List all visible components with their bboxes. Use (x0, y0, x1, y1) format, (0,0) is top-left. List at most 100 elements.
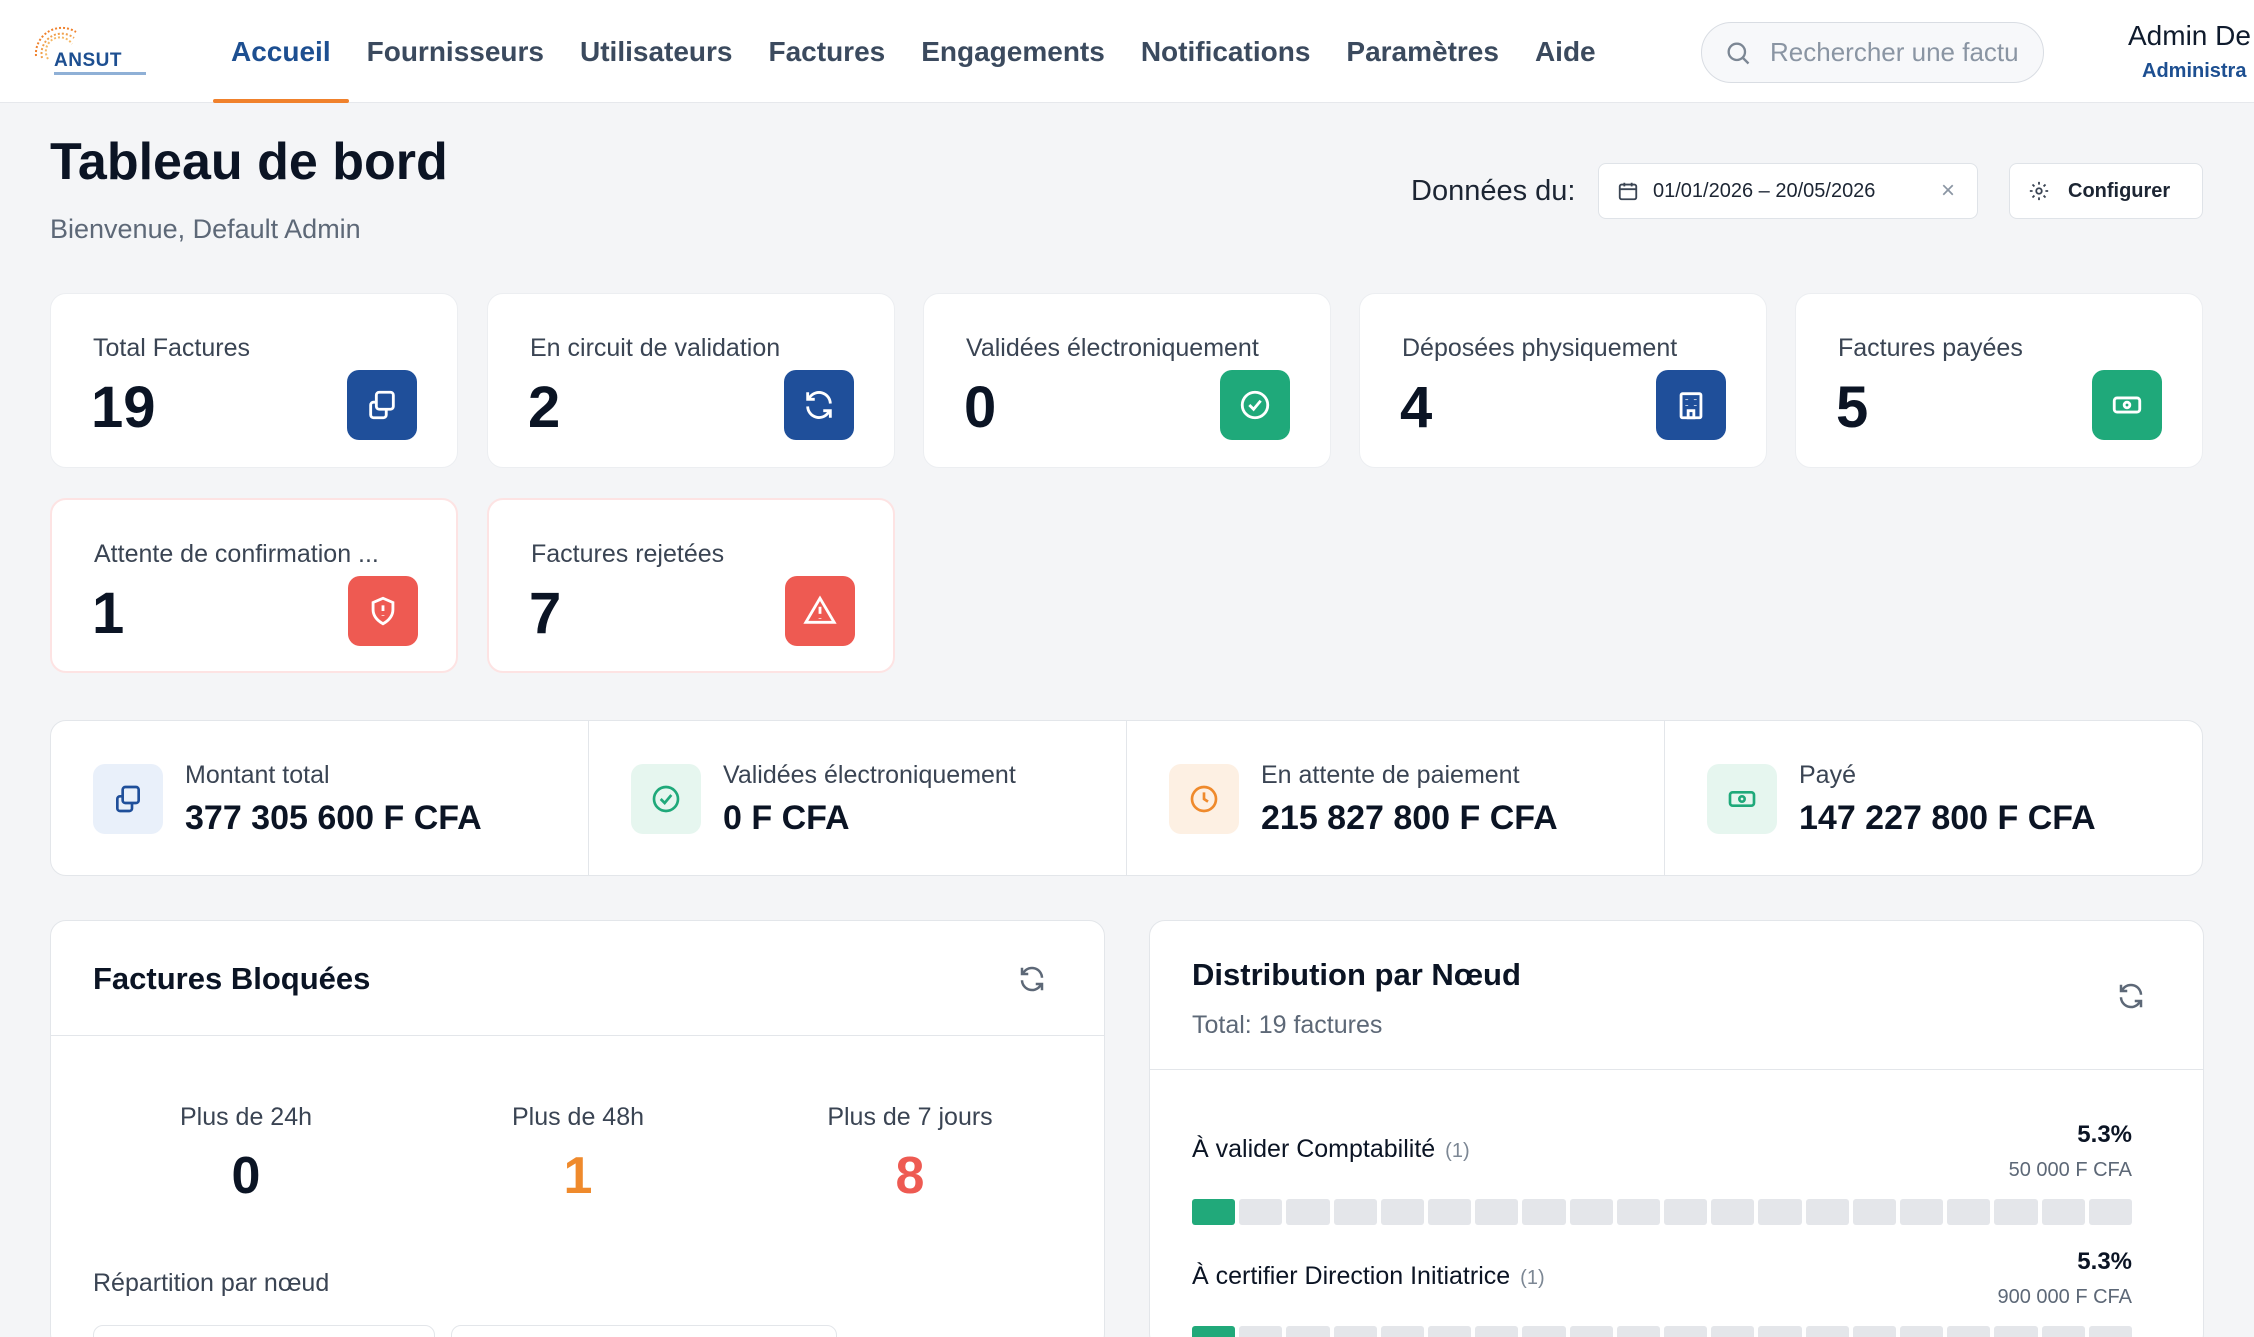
stat-card-deposees[interactable]: Déposées physiquement 4 (1359, 293, 1767, 468)
stat-label: Attente de confirmation ... (94, 540, 379, 568)
banknote-icon (1707, 764, 1777, 834)
stat-card-validees[interactable]: Validées électroniquement 0 (923, 293, 1331, 468)
progress-segment (1380, 1199, 1425, 1225)
progress-segment (1758, 1199, 1802, 1225)
amount-label: En attente de paiement (1261, 761, 1520, 789)
nav-fournisseurs[interactable]: Fournisseurs (349, 0, 562, 103)
date-range-picker[interactable]: 01/01/2026 – 20/05/2026 × (1598, 163, 1978, 219)
panel-title: Factures Bloquées (93, 961, 371, 996)
search-box[interactable] (1701, 22, 2044, 83)
user-menu[interactable]: Admin De Administra (2128, 20, 2251, 83)
progress-segment (2088, 1199, 2133, 1225)
progress-segment (1711, 1326, 1755, 1337)
stat-value: 0 (964, 375, 997, 440)
nav-notifications[interactable]: Notifications (1123, 0, 1329, 103)
node-count: (1) (1520, 1267, 1545, 1289)
main-nav: Accueil Fournisseurs Utilisateurs Factur… (213, 0, 1614, 103)
amounts-summary: Montant total 377 305 600 F CFA Validées… (50, 720, 2203, 876)
logo-underline (54, 72, 146, 75)
panel-divider (51, 1035, 1104, 1036)
stat-card-circuit[interactable]: En circuit de validation 2 (487, 293, 895, 468)
refresh-icon[interactable] (2116, 981, 2146, 1011)
search-input[interactable] (1770, 37, 2020, 68)
configure-button[interactable]: Configurer (2009, 163, 2203, 219)
nav-accueil[interactable]: Accueil (213, 0, 349, 103)
refresh-icon (784, 370, 854, 440)
distribution-node[interactable]: À valider Comptabilité (1) 5.3% 50 000 F … (1192, 1121, 2133, 1225)
progress-segment (1664, 1326, 1708, 1337)
progress-segment (1805, 1199, 1849, 1225)
node-percent: 5.3% (2077, 1121, 2132, 1148)
progress-segment (1900, 1199, 1944, 1225)
node-name: À valider Comptabilité (1192, 1135, 1436, 1163)
configure-label: Configurer (2068, 179, 2171, 202)
progress-segment (1569, 1199, 1613, 1225)
blocked-label: Plus de 48h (511, 1103, 645, 1131)
blocked-24h[interactable]: Plus de 24h 0 (116, 1103, 376, 1206)
distribution-total: Total: 19 factures (1192, 1011, 1383, 1039)
user-name: Admin De (2128, 20, 2251, 51)
progress-segment (2041, 1199, 2085, 1225)
clear-date-icon[interactable]: × (1941, 178, 1955, 204)
progress-segment (1286, 1326, 1330, 1337)
repartition-item[interactable] (451, 1325, 837, 1337)
stat-value: 1 (92, 581, 125, 646)
progress-segment (1239, 1326, 1283, 1337)
page-subtitle: Bienvenue, Default Admin (50, 214, 361, 244)
progress-segment (2041, 1326, 2085, 1337)
repartition-item[interactable] (93, 1325, 435, 1337)
banknote-icon (2092, 370, 2162, 440)
progress-segment (1947, 1199, 1991, 1225)
nav-utilisateurs[interactable]: Utilisateurs (562, 0, 751, 103)
node-amount: 900 000 F CFA (1997, 1286, 2132, 1308)
blocked-invoices-panel: Factures Bloquées Plus de 24h 0 Plus de … (50, 920, 1105, 1337)
progress-segment (1333, 1199, 1377, 1225)
node-amount: 50 000 F CFA (2008, 1159, 2132, 1181)
refresh-icon[interactable] (1017, 964, 1047, 994)
stat-value: 4 (1400, 375, 1433, 440)
nav-factures[interactable]: Factures (751, 0, 904, 103)
stat-card-rejetees[interactable]: Factures rejetées 7 (487, 498, 895, 673)
stat-card-total[interactable]: Total Factures 19 (50, 293, 458, 468)
stat-card-attente[interactable]: Attente de confirmation ... 1 (50, 498, 458, 673)
warning-icon (785, 576, 855, 646)
nav-engagements[interactable]: Engagements (903, 0, 1123, 103)
blocked-48h[interactable]: Plus de 48h 1 (448, 1103, 708, 1206)
distribution-node[interactable]: À certifier Direction Initiatrice (1) 5.3… (1192, 1248, 2133, 1337)
progress-segment (1239, 1199, 1283, 1225)
progress-segment (1192, 1326, 1236, 1337)
progress-segment (1758, 1326, 1802, 1337)
panel-divider (1150, 1069, 2203, 1070)
progress-segment (1286, 1199, 1330, 1225)
blocked-value: 0 (231, 1147, 261, 1205)
blocked-7days[interactable]: Plus de 7 jours 8 (780, 1103, 1040, 1206)
progress-segment (1711, 1199, 1755, 1225)
calendar-icon (1618, 182, 1638, 201)
nav-aide[interactable]: Aide (1517, 0, 1614, 103)
distribution-panel: Distribution par Nœud Total: 19 factures… (1149, 920, 2204, 1337)
progress-segment (1900, 1326, 1944, 1337)
progress-segment (1380, 1326, 1425, 1337)
node-label: À valider Comptabilité (1) (1192, 1135, 1470, 1164)
stat-value: 7 (529, 581, 562, 646)
stat-card-payees[interactable]: Factures payées 5 (1795, 293, 2203, 468)
ansut-logo[interactable]: ANSUT (32, 26, 150, 80)
top-header: ANSUT Accueil Fournisseurs Utilisateurs … (0, 0, 2254, 103)
gear-icon (2029, 181, 2049, 201)
check-circle-icon (1220, 370, 1290, 440)
blocked-label: Plus de 7 jours (827, 1103, 993, 1131)
node-percent: 5.3% (2077, 1248, 2132, 1275)
panel-title: Distribution par Nœud (1192, 957, 1521, 992)
stat-value: 2 (528, 375, 561, 440)
amount-paye: Payé 147 227 800 F CFA (1665, 721, 2202, 875)
progress-segment (1192, 1199, 1236, 1225)
progress-segment (1852, 1326, 1897, 1337)
nav-parametres[interactable]: Paramètres (1328, 0, 1517, 103)
stat-value: 5 (1836, 375, 1869, 440)
amount-label: Validées électroniquement (723, 761, 1016, 789)
progress-segment (1428, 1326, 1472, 1337)
repartition-label: Répartition par nœud (93, 1269, 330, 1297)
stat-value: 19 (91, 375, 156, 440)
shield-alert-icon (348, 576, 418, 646)
progress-segment (1664, 1199, 1708, 1225)
